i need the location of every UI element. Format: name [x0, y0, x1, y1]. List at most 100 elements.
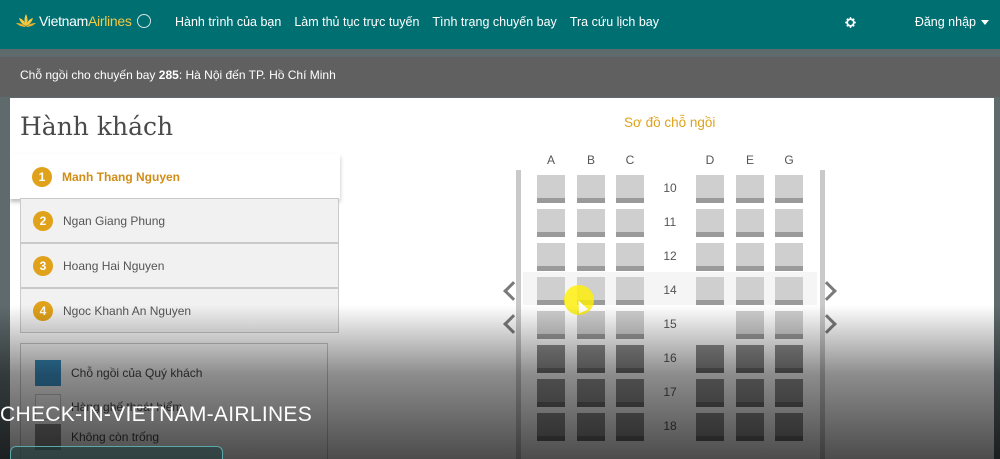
seat-16C	[616, 345, 644, 373]
flight-info-bar: Chỗ ngồi cho chuyến bay 285: Hà Nội đến …	[0, 57, 1000, 97]
seat-11A[interactable]	[537, 209, 565, 237]
legend-label: Chỗ ngồi của Quý khách	[71, 366, 203, 380]
fuselage-right-wall	[820, 170, 825, 459]
passenger-name: Ngoc Khanh An Nguyen	[63, 303, 192, 318]
row-number: 18	[663, 419, 677, 433]
seat-legend: Chỗ ngồi của Quý khách Hàng ghế thoát hi…	[20, 343, 328, 459]
seat-16G	[775, 345, 803, 373]
row-number: 17	[663, 385, 677, 399]
seat-18B	[577, 413, 605, 441]
passenger-number-badge: 1	[32, 166, 52, 187]
brand-name: Vietnam	[39, 13, 89, 29]
bottom-card	[10, 446, 223, 459]
seat-18A	[537, 413, 565, 441]
passengers-title: Hành khách	[20, 112, 174, 141]
nav-item-flight-schedule[interactable]: Tra cứu lịch bay	[570, 15, 659, 29]
legend-swatch	[35, 360, 61, 386]
seat-11D[interactable]	[696, 209, 724, 237]
top-nav-bar: VietnamAirlines Hành trình của bạn Làm t…	[0, 0, 1000, 49]
seat-18D	[696, 413, 724, 441]
flight-prefix: Chỗ ngồi cho chuyến bay	[20, 68, 156, 82]
seat-11B[interactable]	[577, 209, 605, 237]
seat-10A[interactable]	[537, 175, 565, 203]
login-button[interactable]: Đăng nhập	[915, 15, 976, 29]
row-number: 14	[663, 283, 677, 297]
passenger-item-4[interactable]: 4 Ngoc Khanh An Nguyen	[20, 288, 339, 333]
seat-12A[interactable]	[537, 243, 565, 271]
row-number: 12	[663, 249, 677, 263]
seat-12C[interactable]	[616, 243, 644, 271]
seat-15C[interactable]	[616, 311, 644, 339]
seat-17C	[616, 379, 644, 407]
main-nav: Hành trình của bạn Làm thủ tục trực tuyế…	[175, 15, 672, 29]
passenger-item-2[interactable]: 2 Ngan Giang Phung	[20, 198, 339, 243]
seat-10C[interactable]	[616, 175, 644, 203]
passenger-number-badge: 2	[33, 210, 53, 231]
row-number: 11	[663, 215, 677, 229]
passenger-name: Manh Thang Nguyen	[62, 169, 180, 184]
seat-14G[interactable]	[775, 277, 803, 305]
nav-item-my-trip[interactable]: Hành trình của bạn	[175, 15, 281, 29]
seat-11C[interactable]	[616, 209, 644, 237]
seat-12G[interactable]	[775, 243, 803, 271]
brand-suffix: Airlines	[88, 13, 132, 29]
chevron-down-icon[interactable]	[981, 20, 989, 25]
column-letter: D	[705, 153, 715, 167]
seat-12E[interactable]	[736, 243, 764, 271]
passenger-number-badge: 3	[33, 255, 53, 276]
seat-18E	[736, 413, 764, 441]
seat-11E[interactable]	[736, 209, 764, 237]
seat-17E	[736, 379, 764, 407]
flight-number: 285	[158, 68, 179, 82]
seat-10G[interactable]	[775, 175, 803, 203]
seat-17D	[696, 379, 724, 407]
column-letter: C	[625, 153, 635, 167]
skyteam-globe-icon	[136, 14, 151, 28]
seat-16D	[696, 345, 724, 373]
nav-item-online-checkin[interactable]: Làm thủ tục trực tuyến	[294, 15, 419, 29]
vietnam-airlines-logo[interactable]: VietnamAirlines	[16, 12, 151, 30]
passenger-number-badge: 4	[33, 300, 53, 321]
column-letter: B	[586, 153, 595, 167]
seat-map-title: Sơ đồ chỗ ngồi	[624, 115, 716, 130]
seat-14D[interactable]	[696, 277, 724, 305]
passenger-item-1[interactable]: 1 Manh Thang Nguyen	[10, 154, 340, 199]
seat-16E	[736, 345, 764, 373]
seat-15E[interactable]	[736, 311, 764, 339]
seat-10B[interactable]	[577, 175, 605, 203]
nav-item-flight-status[interactable]: Tình trạng chuyến bay	[432, 15, 556, 29]
seat-16A	[537, 345, 565, 373]
seat-15G[interactable]	[775, 311, 803, 339]
gear-icon[interactable]	[844, 16, 857, 29]
seat-14E[interactable]	[736, 277, 764, 305]
video-watermark: CHECK-IN-VIETNAM-AIRLINES	[0, 403, 313, 426]
column-letter: E	[745, 153, 754, 167]
seat-12B[interactable]	[577, 243, 605, 271]
passenger-item-3[interactable]: 3 Hoang Hai Nguyen	[20, 243, 339, 288]
passenger-name: Ngan Giang Phung	[63, 213, 166, 228]
seat-18G	[775, 413, 803, 441]
seat-14C[interactable]	[616, 277, 644, 305]
seat-10E[interactable]	[736, 175, 764, 203]
seat-11G[interactable]	[775, 209, 803, 237]
row-number: 16	[663, 351, 677, 365]
lotus-icon	[16, 12, 36, 30]
seat-18C	[616, 413, 644, 441]
row-number: 15	[663, 317, 677, 331]
column-letter: A	[546, 153, 555, 167]
seat-17A	[537, 379, 565, 407]
flight-info-text: Chỗ ngồi cho chuyến bay 285: Hà Nội đến …	[20, 68, 336, 82]
column-letter: G	[784, 153, 794, 167]
seat-10D[interactable]	[696, 175, 724, 203]
seat-14A[interactable]	[537, 277, 565, 305]
seat-12D[interactable]	[696, 243, 724, 271]
legend-row-your-seat: Chỗ ngồi của Quý khách	[35, 360, 202, 386]
seat-16B	[577, 345, 605, 373]
seat-15A[interactable]	[537, 311, 565, 339]
fuselage-left-wall	[516, 170, 521, 459]
seat-17B	[577, 379, 605, 407]
flight-route: : Hà Nội đến TP. Hồ Chí Minh	[178, 68, 336, 82]
seat-15B[interactable]	[577, 311, 605, 339]
passenger-name: Hoang Hai Nguyen	[63, 258, 165, 273]
seat-17G	[775, 379, 803, 407]
